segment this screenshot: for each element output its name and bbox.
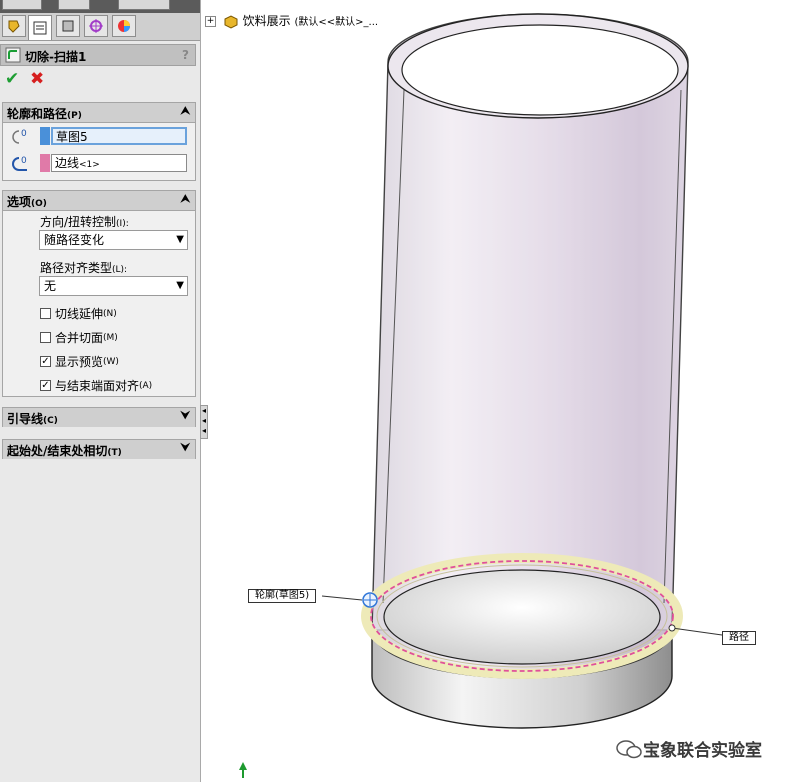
top-tab[interactable] [58,0,90,10]
help-icon[interactable]: ? [182,48,189,62]
path-align-dropdown[interactable]: 无 ▼ [39,276,188,296]
watermark-text: 宝象联合实验室 [643,741,762,761]
svg-text:0: 0 [21,129,27,139]
tab-feature-manager[interactable] [2,15,26,37]
shortcut-key: (O) [31,199,47,209]
checkbox-box[interactable] [40,332,51,343]
feature-tree-icon [8,20,20,33]
sweep-preview-ring [361,553,683,679]
cup-top-rim [387,13,689,119]
tangent-extend-checkbox[interactable]: 切线延伸 (N) [40,305,117,322]
property-manager-icon [33,21,47,35]
checkbox-box[interactable]: ✓ [40,356,51,367]
configuration-icon [62,20,74,32]
group-title: 起始处/结束处相切 [7,444,108,458]
profile-icon: 0 [12,129,27,144]
property-manager-panel: 切除-扫描1 ? ✔ ✖ 轮廓和路径(P) ⮝ 0 草图5 0 边线<1> 选项… [0,0,201,782]
group-title: 轮廓和路径 [7,107,68,121]
tab-configuration-manager[interactable] [56,15,80,37]
path-icon: 0 [12,156,27,171]
watermark: 宝象联合实验室 [615,736,762,761]
group-header[interactable]: 选项(O) ⮝ [3,191,195,211]
path-suffix: <1> [79,160,100,170]
profile-marker [362,592,378,608]
panel-splitter-handle[interactable]: ◂ ◂ ◂ [200,405,208,439]
cup-inner-floor [383,569,661,665]
group-header[interactable]: 轮廓和路径(P) ⮝ [3,103,195,123]
guide-curves-group[interactable]: 引导线(C) ⮟ [2,407,196,427]
cancel-button[interactable]: ✖ [30,71,44,88]
path-align-label: 路径对齐类型(L): [40,261,128,275]
checkbox-box[interactable]: ✓ [40,380,51,391]
path-align-value: 无 [44,279,57,293]
group-header[interactable]: 引导线(C) ⮟ [3,408,195,427]
align-end-faces-checkbox[interactable]: ✓ 与结束端面对齐 (A) [40,377,152,394]
svg-text:0: 0 [21,156,27,166]
coordinate-triad-icon [239,762,247,778]
cup-base [371,629,673,729]
collapse-up-icon[interactable]: ⮝ [181,104,190,118]
checkbox-box[interactable] [40,308,51,319]
profile-color-swatch [40,127,50,145]
tangency-group[interactable]: 起始处/结束处相切(T) ⮟ [2,439,196,459]
expand-down-icon[interactable]: ⮟ [181,409,190,423]
tab-property-manager[interactable] [28,15,52,40]
tab-dimxpert[interactable] [84,15,108,37]
part-icon [224,14,238,29]
shortcut-key: (C) [43,416,58,426]
collapse-up-icon[interactable]: ⮝ [181,192,190,206]
dimxpert-icon [89,19,103,33]
ok-button[interactable]: ✔ [5,71,19,88]
profile-leader-line [321,595,363,601]
chevron-down-icon: ▼ [176,234,184,245]
orientation-label: 方向/扭转控制(I): [40,215,129,229]
display-manager-icon [118,20,130,32]
part-name: 饮料展示 [242,14,291,28]
top-tab-strip [0,0,200,13]
path-callout[interactable]: 路径 [722,631,756,645]
orientation-dropdown[interactable]: 随路径变化 ▼ [39,230,188,250]
shortcut-key: (P) [67,111,82,121]
feature-title: 切除-扫描1 [25,50,87,64]
orientation-value: 随路径变化 [44,233,105,247]
chevron-down-icon: ▼ [176,280,184,291]
merge-tangent-faces-checkbox[interactable]: 合并切面 (M) [40,329,118,346]
cup-body [371,13,689,679]
options-group: 选项(O) ⮝ 方向/扭转控制(I): 随路径变化 ▼ 路径对齐类型(L): 无… [2,190,196,397]
path-leader-line [671,627,723,636]
wechat-icon [616,739,642,758]
show-preview-checkbox[interactable]: ✓ 显示预览 (W) [40,353,119,370]
path-color-swatch [40,154,50,172]
manager-tab-bar [0,13,200,41]
path-value: 边线 [55,156,80,170]
expand-down-icon[interactable]: ⮟ [181,441,190,455]
feature-tree-flyout[interactable]: + 饮料展示 (默认<<默认>_... [205,12,378,29]
tab-display-manager[interactable] [112,15,136,37]
profile-callout[interactable]: 轮廓(草图5) [248,589,317,603]
group-title: 选项 [7,195,32,209]
top-tab[interactable] [2,0,42,10]
profile-selection-box[interactable]: 草图5 [51,127,187,145]
part-config: (默认<<默认>_... [294,17,379,28]
top-tab[interactable] [118,0,170,10]
group-title: 引导线 [7,412,44,426]
profile-and-path-group: 轮廓和路径(P) ⮝ 0 草图5 0 边线<1> [2,102,196,181]
path-selection-box[interactable]: 边线<1> [51,154,187,172]
shortcut-key: (T) [107,448,122,458]
feature-header: 切除-扫描1 ? [0,44,196,66]
path-leader-dot [668,624,676,632]
expand-icon[interactable]: + [205,16,216,27]
profile-value: 草图5 [56,130,88,144]
group-header[interactable]: 起始处/结束处相切(T) ⮟ [3,440,195,459]
swept-cut-icon [5,47,21,63]
